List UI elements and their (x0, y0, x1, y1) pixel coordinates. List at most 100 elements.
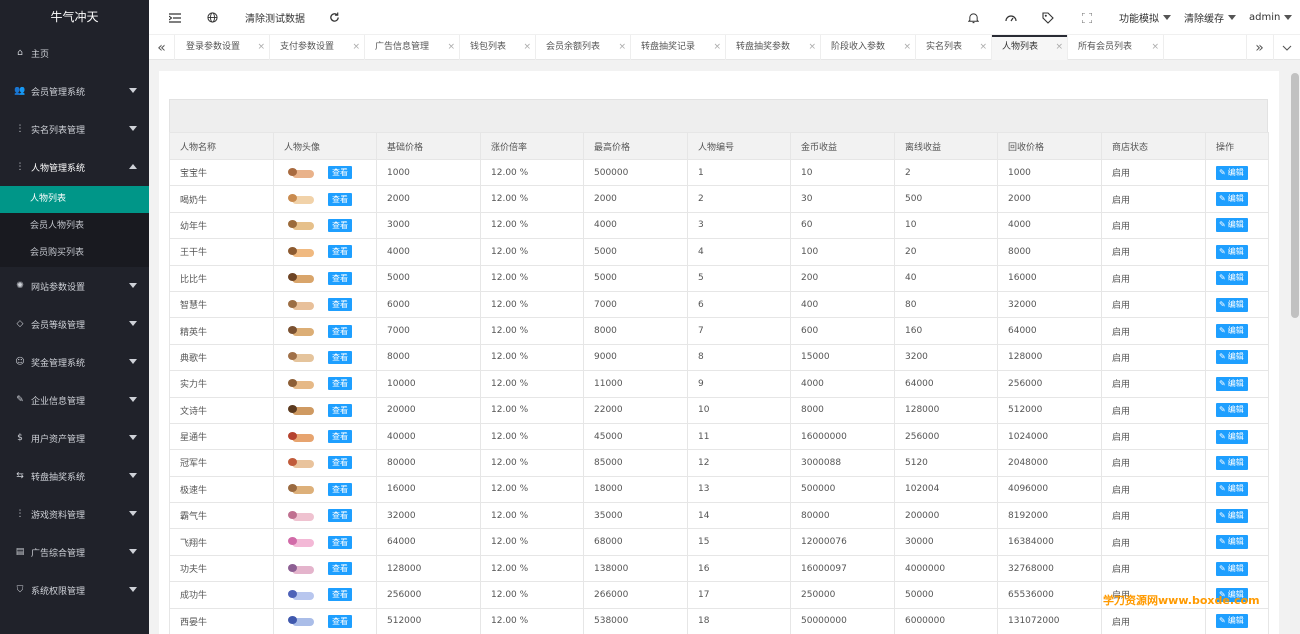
tab[interactable]: 登录参数设置 × (176, 35, 270, 60)
edit-button[interactable]: ✎ 编辑 (1216, 429, 1248, 444)
sidebar-subitem[interactable]: 会员人物列表 (0, 213, 149, 240)
sidebar-item[interactable]: ⛉ 系统权限管理 (0, 571, 149, 609)
tab-close-icon[interactable]: × (1151, 35, 1159, 60)
edit-button[interactable]: ✎ 编辑 (1216, 165, 1248, 180)
tab-close-icon[interactable]: × (1055, 35, 1063, 60)
sidebar-item[interactable]: ◇ 会员等级管理 (0, 305, 149, 343)
view-avatar-button[interactable]: 查看 (328, 456, 352, 470)
sidebar-subitem[interactable]: 人物列表 (0, 186, 149, 213)
cell-name: 星通牛 (169, 422, 274, 451)
tab-close-icon[interactable]: × (618, 35, 626, 60)
share-icon: ⇆ (16, 471, 24, 481)
edit-button[interactable]: ✎ 编辑 (1216, 297, 1248, 312)
view-avatar-button[interactable]: 查看 (328, 562, 352, 576)
view-avatar-button[interactable]: 查看 (328, 482, 352, 496)
tab[interactable]: 阶段收入参数 × (821, 35, 916, 60)
tab[interactable]: 支付参数设置 × (270, 35, 365, 60)
edit-button[interactable]: ✎ 编辑 (1216, 508, 1248, 523)
view-avatar-button[interactable]: 查看 (328, 430, 352, 444)
tab-close-icon[interactable]: × (979, 35, 987, 60)
tab[interactable]: 所有会员列表 × (1068, 35, 1164, 60)
tab-close-icon[interactable]: × (447, 35, 455, 60)
tab[interactable]: 实名列表 × (916, 35, 992, 60)
view-avatar-button[interactable]: 查看 (328, 218, 352, 232)
view-avatar-button[interactable]: 查看 (328, 298, 352, 312)
cell-offline-income: 20 (894, 238, 998, 266)
scrollbar-thumb[interactable] (1291, 73, 1299, 318)
edit-button[interactable]: ✎ 编辑 (1216, 376, 1248, 391)
view-avatar-button[interactable]: 查看 (328, 350, 352, 364)
tab-close-icon[interactable]: × (808, 35, 816, 60)
edit-button[interactable]: ✎ 编辑 (1216, 403, 1248, 418)
tag-icon[interactable] (1042, 0, 1054, 35)
tab[interactable]: 转盘抽奖记录 × (631, 35, 726, 60)
edit-button[interactable]: ✎ 编辑 (1216, 535, 1248, 550)
edit-button[interactable]: ✎ 编辑 (1216, 271, 1248, 286)
globe-icon[interactable] (207, 0, 218, 35)
view-avatar-button[interactable]: 查看 (328, 588, 352, 602)
table-body: 宝宝牛 查看 1000 12.00 % 500000 1 10 2 1000 启用 ✎ 编辑 喝奶牛 查看… (169, 158, 1269, 634)
tab[interactable]: 人物列表 × (992, 35, 1068, 60)
sidebar-item[interactable]: ⋮ 游戏资料管理 (0, 495, 149, 533)
dashboard-icon[interactable] (1005, 0, 1017, 35)
view-avatar-button[interactable]: 查看 (328, 403, 352, 417)
tab-close-icon[interactable]: × (257, 35, 265, 60)
vertical-scrollbar[interactable] (1290, 71, 1300, 634)
sidebar-subitem[interactable]: 会员购买列表 (0, 240, 149, 267)
edit-button[interactable]: ✎ 编辑 (1216, 350, 1248, 365)
edit-button[interactable]: ✎ 编辑 (1216, 218, 1248, 233)
sidebar-item[interactable]: ▤ 广告综合管理 (0, 533, 149, 571)
view-avatar-button[interactable]: 查看 (328, 377, 352, 391)
view-avatar-button[interactable]: 查看 (328, 245, 352, 259)
tab-close-icon[interactable]: × (523, 35, 531, 60)
view-avatar-button[interactable]: 查看 (328, 192, 352, 206)
edit-button[interactable]: ✎ 编辑 (1216, 561, 1248, 576)
view-avatar-button[interactable]: 查看 (328, 509, 352, 523)
sidebar-item[interactable]: 👥 会员管理系统 (0, 72, 149, 110)
tab[interactable]: 转盘抽奖参数 × (726, 35, 821, 60)
tab-close-icon[interactable]: × (713, 35, 721, 60)
tabs-menu-chevron-icon[interactable] (1273, 35, 1299, 60)
edit-button[interactable]: ✎ 编辑 (1216, 192, 1248, 207)
tab[interactable]: 钱包列表 × (460, 35, 536, 60)
sidebar-item[interactable]: ✎ 企业信息管理 (0, 381, 149, 419)
tabs-scroll-right-icon[interactable]: » (1246, 35, 1272, 60)
sidebar-item[interactable]: ☺ 奖金管理系统 (0, 343, 149, 381)
sidebar-item[interactable]: $ 用户资产管理 (0, 419, 149, 457)
bell-icon[interactable] (968, 0, 979, 35)
clear-cache-menu[interactable]: 清除缓存 (1184, 0, 1236, 35)
view-avatar-button[interactable]: 查看 (328, 166, 352, 180)
edit-button[interactable]: ✎ 编辑 (1216, 455, 1248, 470)
tab-label: 人物列表 (1002, 42, 1039, 52)
tab-close-icon[interactable]: × (903, 35, 911, 60)
cell-avatar: 查看 (273, 475, 377, 504)
sidebar-item[interactable]: ⌂ 主页 (0, 34, 149, 72)
chevron-down-icon (129, 587, 137, 592)
view-avatar-button[interactable]: 查看 (328, 535, 352, 549)
tab[interactable]: 会员余额列表 × (536, 35, 631, 60)
fullscreen-icon[interactable] (1082, 0, 1092, 35)
tabs-scroll-left-icon[interactable]: « (149, 35, 175, 60)
cell-name: 冠军牛 (169, 449, 274, 477)
menu-toggle-icon[interactable] (169, 0, 181, 35)
user-menu[interactable]: admin (1249, 0, 1293, 35)
edit-button[interactable]: ✎ 编辑 (1216, 244, 1248, 259)
function-mode-menu[interactable]: 功能模拟 (1119, 0, 1171, 35)
sidebar-item[interactable]: ⋮ 人物管理系统 (0, 148, 149, 186)
refresh-icon[interactable] (329, 0, 340, 35)
clear-test-data-button[interactable]: 清除测试数据 (245, 0, 305, 35)
view-avatar-button[interactable]: 查看 (328, 614, 352, 628)
column-header: 人物编号 (687, 132, 791, 160)
edit-button[interactable]: ✎ 编辑 (1216, 614, 1248, 629)
sidebar-item[interactable]: ⋮ 实名列表管理 (0, 110, 149, 148)
cell-number: 5 (687, 264, 791, 292)
tab[interactable]: 广告信息管理 × (365, 35, 460, 60)
sidebar-item[interactable]: ⇆ 转盘抽奖系统 (0, 457, 149, 495)
sidebar-item[interactable]: ✺ 网站参数设置 (0, 267, 149, 305)
view-avatar-button[interactable]: 查看 (328, 324, 352, 338)
view-avatar-button[interactable]: 查看 (328, 271, 352, 285)
tab-close-icon[interactable]: × (352, 35, 360, 60)
edit-button[interactable]: ✎ 编辑 (1216, 482, 1248, 497)
edit-button[interactable]: ✎ 编辑 (1216, 324, 1248, 339)
sidebar: 牛气冲天 ⌂ 主页 👥 会员管理系统 ⋮ 实名列表管理 ⋮ 人物管理系统 人物列表 会员人物列表会… (0, 0, 149, 634)
